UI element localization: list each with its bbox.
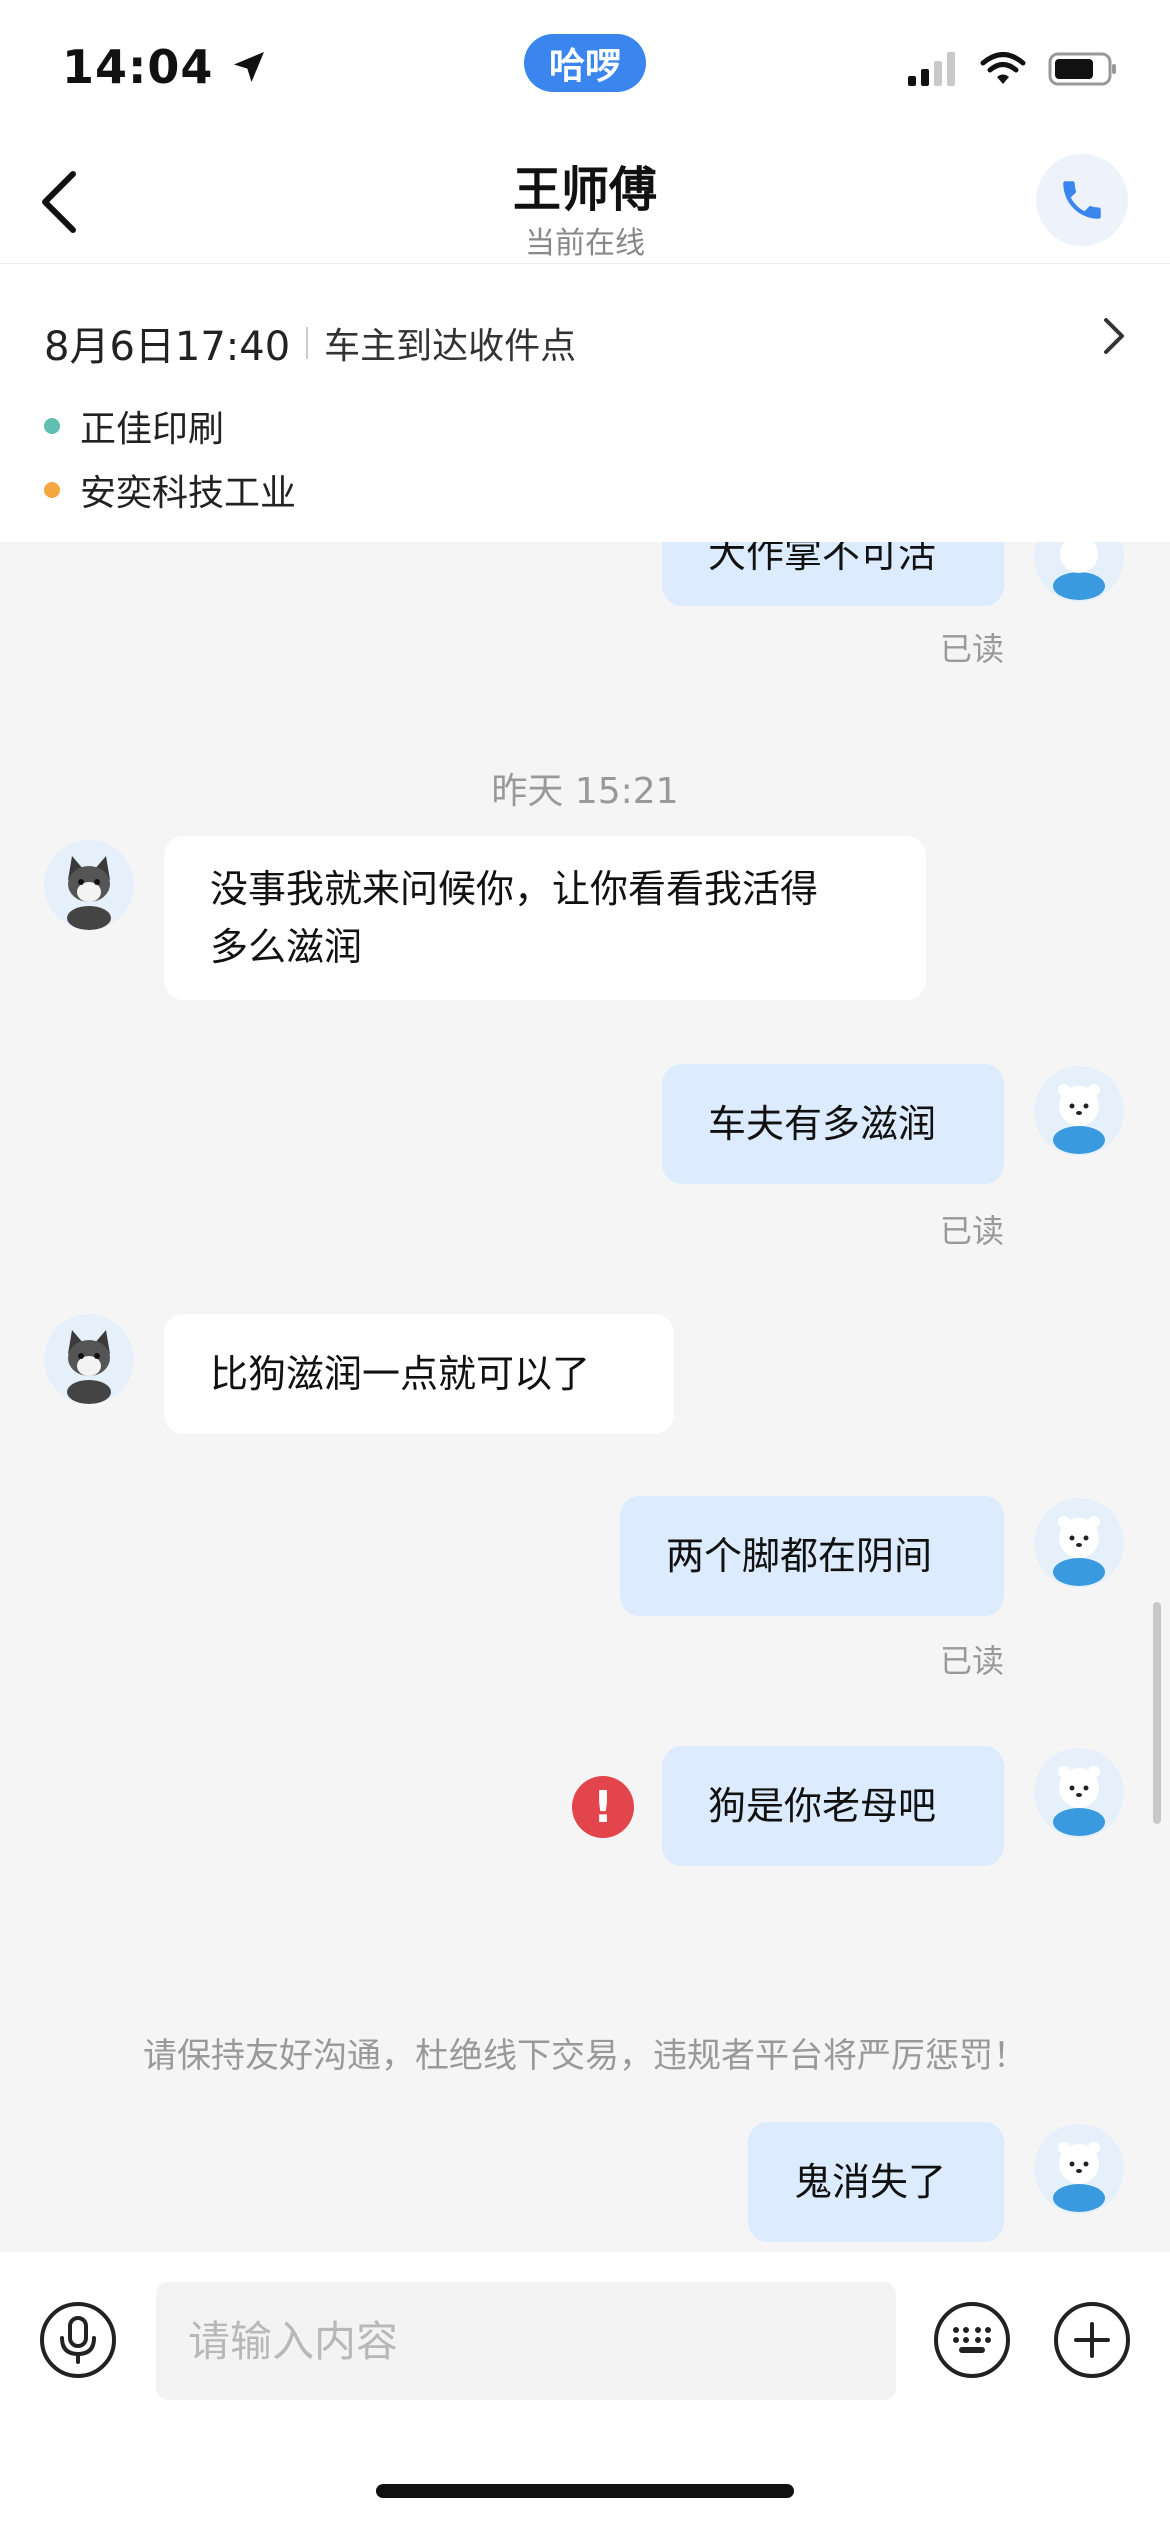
dropoff-dot [44,482,60,498]
bear-avatar-icon [1034,542,1124,602]
bear-avatar-icon [1034,1748,1124,1838]
dropoff-place: 安奕科技工业 [44,464,296,516]
app-pill[interactable]: 哈啰 [524,34,646,92]
message-text: 车夫有多滋润 [708,1102,937,1146]
plus-icon [1074,2322,1110,2358]
order-summary: 8月6日17:40 车主到达收件点 [44,314,576,372]
read-receipt: 已读 [940,1212,1005,1250]
read-receipt: 已读 [940,1642,1005,1680]
add-button[interactable] [1054,2302,1130,2378]
driver-avatar[interactable] [44,1314,134,1404]
message-bubble-incoming[interactable]: 比狗滋润一点就可以了 [164,1314,674,1434]
my-avatar[interactable] [1034,542,1124,602]
battery-icon [1048,52,1116,86]
message-text-line1: 没事我就来问候你，让你看看我活得 [210,867,819,911]
voice-icon [60,2316,96,2364]
pickup-place: 正佳印刷 [44,400,224,452]
my-avatar[interactable] [1034,2124,1124,2214]
error-icon[interactable]: ! [572,1776,634,1838]
husky-avatar-icon [44,840,134,930]
bear-avatar-icon [1034,1066,1124,1156]
driver-avatar[interactable] [44,840,134,930]
husky-avatar-icon [44,1314,134,1404]
message-text: 比狗滋润一点就可以了 [210,1352,591,1396]
order-card[interactable]: 8月6日17:40 车主到达收件点 正佳印刷 安奕科技工业 [0,264,1170,542]
safety-notice: 请保持友好沟通，杜绝线下交易，违规者平台将严厉惩罚！ [143,2036,1027,2076]
status-icons [908,52,1118,86]
my-avatar[interactable] [1034,1748,1124,1838]
status-time-text: 14:04 [62,40,214,94]
message-bubble-outgoing[interactable]: 车夫有多滋润 [662,1064,1004,1184]
home-indicator[interactable] [376,2484,794,2498]
chat-area[interactable]: 大作掌不可活 已读 昨天 15:21 没事我就来问候你，让你看看我活得 多么滋润… [0,542,1170,2252]
signal-icon [908,52,955,86]
message-input[interactable] [156,2282,896,2400]
message-bubble-incoming[interactable]: 没事我就来问候你，让你看看我活得 多么滋润 [164,836,926,1000]
keyboard-icon [953,2327,991,2353]
order-divider [306,327,309,359]
keyboard-button[interactable] [934,2302,1010,2378]
status-time: 14:04 [62,40,269,94]
my-avatar[interactable] [1034,1066,1124,1156]
bear-avatar-icon [1034,1498,1124,1588]
message-bubble-partial[interactable]: 大作掌不可活 [662,542,1004,606]
time-separator: 昨天 15:21 [491,771,679,812]
order-status: 车主到达收件点 [324,326,577,367]
my-avatar[interactable] [1034,1498,1124,1588]
dropoff-name: 安奕科技工业 [80,473,297,514]
message-text: 两个脚都在阴间 [666,1534,933,1578]
wifi-icon [980,52,1026,84]
message-text: 鬼消失了 [794,2160,947,2204]
pickup-name: 正佳印刷 [80,409,225,450]
message-text: 大作掌不可活 [708,542,937,576]
location-arrow-icon [234,52,265,82]
message-bubble-outgoing[interactable]: 两个脚都在阴间 [620,1496,1004,1616]
bear-avatar-icon [1034,2124,1124,2214]
chevron-right-icon[interactable] [1102,316,1126,356]
pickup-dot [44,418,60,434]
read-receipt: 已读 [940,630,1005,668]
order-time: 8月6日17:40 [44,324,291,370]
voice-button[interactable] [40,2302,116,2378]
call-button[interactable] [1036,154,1128,246]
message-bubble-outgoing-failed[interactable]: 狗是你老母吧 [662,1746,1004,1866]
message-bubble-outgoing[interactable]: 鬼消失了 [748,2122,1004,2242]
page-title: 王师傅 [512,162,657,218]
phone-icon [1063,181,1101,219]
status-bar: 14:04 哈啰 [0,0,1170,140]
message-text: 狗是你老母吧 [708,1784,937,1828]
chat-scrollbar[interactable] [1153,1602,1161,1824]
online-status: 当前在线 [525,226,645,261]
chat-header: 王师傅 当前在线 [0,140,1170,264]
message-text-line2: 多么滋润 [210,925,363,969]
